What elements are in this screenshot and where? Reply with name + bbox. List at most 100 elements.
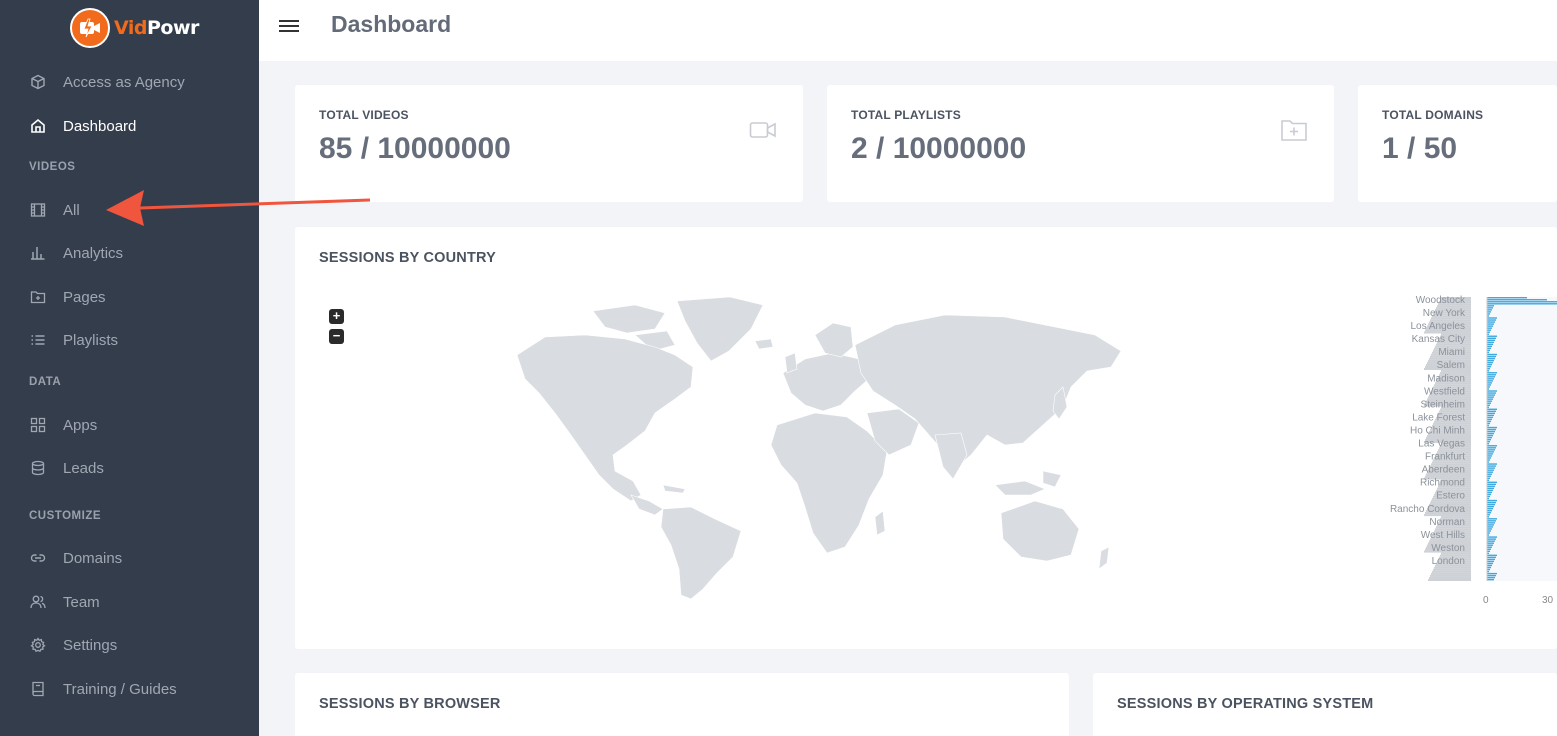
city-bar[interactable] [1487, 469, 1494, 471]
city-bar[interactable] [1487, 347, 1491, 350]
city-bar[interactable] [1487, 451, 1494, 453]
city-bar[interactable] [1487, 305, 1494, 307]
city-bar[interactable] [1487, 363, 1492, 366]
city-bar[interactable] [1487, 512, 1491, 514]
city-bar[interactable] [1487, 453, 1493, 455]
city-bar[interactable] [1487, 392, 1496, 394]
sessions-by-city-chart[interactable]: Woodstock New York Los Angeles Kansas City M… [1365, 291, 1557, 621]
city-bar[interactable] [1487, 353, 1497, 356]
city-bar[interactable] [1487, 528, 1492, 530]
city-bar[interactable] [1487, 542, 1494, 544]
city-bar[interactable] [1487, 384, 1491, 386]
city-bar[interactable] [1487, 309, 1492, 311]
city-bar[interactable] [1487, 449, 1495, 451]
city-bar[interactable] [1487, 372, 1497, 374]
city-bar[interactable] [1487, 307, 1493, 309]
city-bar[interactable] [1487, 572, 1497, 575]
sidebar-item-analytics[interactable]: Analytics [0, 233, 259, 273]
sidebar-item-access-as-agency[interactable]: Access as Agency [0, 62, 259, 102]
city-bar[interactable] [1487, 426, 1497, 429]
city-bar[interactable] [1487, 536, 1497, 538]
city-bar[interactable] [1487, 361, 1493, 364]
city-bar[interactable] [1487, 355, 1496, 358]
city-bar[interactable] [1487, 335, 1497, 337]
city-bar[interactable] [1487, 299, 1547, 301]
city-bar[interactable] [1487, 410, 1496, 413]
city-bar[interactable] [1487, 493, 1491, 496]
city-bar[interactable] [1487, 510, 1492, 512]
city-bar[interactable] [1487, 475, 1491, 477]
city-bar[interactable] [1487, 343, 1493, 346]
sidebar-item-dashboard[interactable]: Dashboard [0, 106, 259, 146]
city-bar[interactable] [1487, 499, 1497, 502]
city-bar[interactable] [1487, 327, 1492, 329]
city-bar[interactable] [1487, 329, 1491, 331]
city-bar[interactable] [1487, 428, 1496, 431]
city-bar[interactable] [1487, 420, 1491, 423]
city-bar[interactable] [1487, 558, 1495, 561]
city-bar[interactable] [1487, 380, 1493, 382]
city-bar[interactable] [1487, 447, 1496, 449]
sidebar-item-playlists[interactable]: Playlists [0, 320, 259, 360]
city-bar[interactable] [1487, 538, 1496, 540]
city-bar[interactable] [1487, 376, 1495, 378]
city-bar[interactable] [1487, 455, 1492, 457]
city-bar[interactable] [1487, 301, 1557, 303]
sidebar-item-training-guides[interactable]: Training / Guides [0, 669, 259, 709]
sidebar-item-team[interactable]: Team [0, 582, 259, 622]
city-bar[interactable] [1487, 345, 1492, 348]
city-bar[interactable] [1487, 467, 1495, 469]
city-bar[interactable] [1487, 323, 1494, 325]
city-bar[interactable] [1487, 400, 1492, 402]
city-bar[interactable] [1487, 524, 1494, 526]
city-bar[interactable] [1487, 408, 1497, 410]
city-bar[interactable] [1487, 491, 1492, 494]
sidebar-item-pages[interactable]: Pages [0, 277, 259, 317]
city-bar[interactable] [1487, 357, 1495, 360]
city-bar[interactable] [1487, 526, 1493, 528]
city-bar[interactable] [1487, 487, 1494, 490]
city-bar[interactable] [1487, 473, 1492, 475]
city-bar[interactable] [1487, 418, 1492, 421]
city-bar[interactable] [1487, 489, 1493, 492]
city-bar[interactable] [1487, 321, 1495, 323]
city-bar[interactable] [1487, 505, 1494, 508]
city-bar[interactable] [1487, 465, 1496, 467]
city-bar[interactable] [1487, 382, 1492, 384]
city-bar[interactable] [1487, 432, 1494, 435]
city-bar[interactable] [1487, 566, 1491, 569]
sidebar-item-leads[interactable]: Leads [0, 448, 259, 488]
city-bar[interactable] [1487, 365, 1491, 368]
city-bar[interactable] [1487, 416, 1493, 419]
sidebar-item-settings[interactable]: Settings [0, 625, 259, 665]
city-bar[interactable] [1487, 548, 1491, 550]
city-bar[interactable] [1487, 471, 1493, 473]
city-bar[interactable] [1487, 485, 1495, 488]
city-bar[interactable] [1487, 436, 1492, 439]
city-bar[interactable] [1487, 402, 1491, 404]
city-bar[interactable] [1487, 339, 1495, 342]
city-bar[interactable] [1487, 483, 1496, 486]
city-bar[interactable] [1487, 507, 1493, 510]
city-bar[interactable] [1487, 390, 1497, 392]
city-bar[interactable] [1487, 297, 1527, 299]
city-bar[interactable] [1487, 463, 1497, 465]
city-bar[interactable] [1487, 544, 1493, 546]
brand-logo[interactable]: VidPowr [70, 6, 199, 50]
city-bar[interactable] [1487, 518, 1497, 520]
city-bar[interactable] [1487, 574, 1496, 577]
city-bar[interactable] [1487, 562, 1493, 565]
city-bar[interactable] [1487, 337, 1496, 339]
city-bar[interactable] [1487, 412, 1495, 415]
city-bar[interactable] [1487, 457, 1491, 459]
map-zoom-in-button[interactable]: + [329, 309, 344, 324]
city-bar[interactable] [1487, 319, 1496, 321]
city-bar[interactable] [1487, 546, 1492, 548]
city-bar[interactable] [1487, 501, 1496, 504]
city-bar[interactable] [1487, 374, 1496, 376]
city-bar[interactable] [1487, 578, 1494, 581]
world-map[interactable] [515, 295, 1127, 600]
city-bar[interactable] [1487, 414, 1494, 417]
city-bar[interactable] [1487, 481, 1497, 484]
city-bar[interactable] [1487, 341, 1494, 344]
